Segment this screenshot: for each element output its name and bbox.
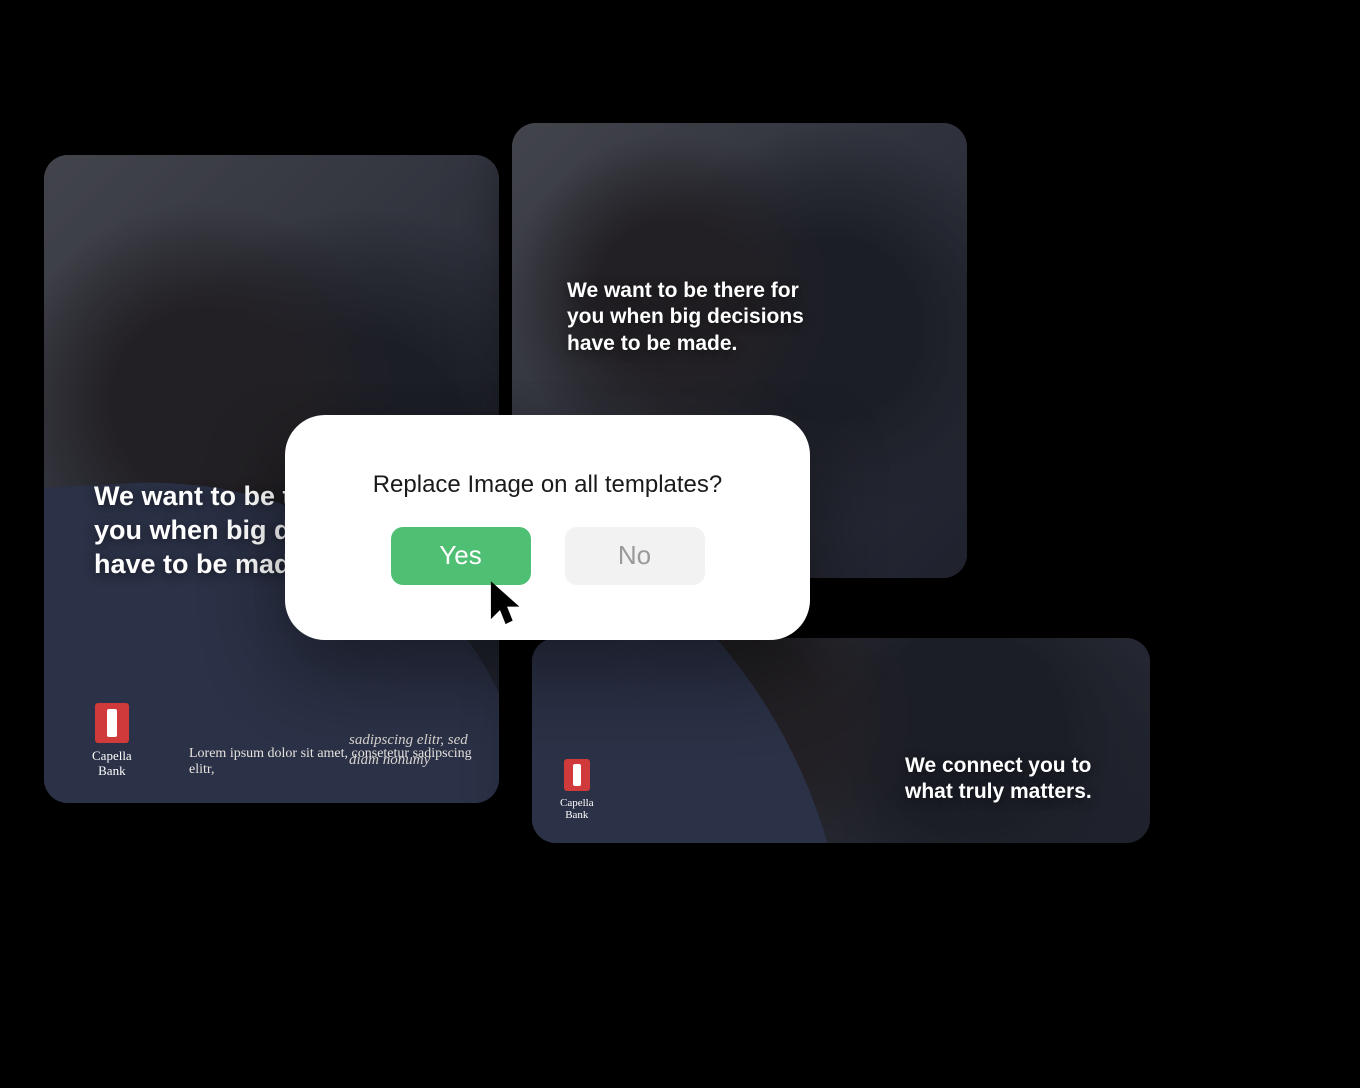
brand-name: CapellaBank bbox=[92, 749, 132, 778]
confirm-dialog: Replace Image on all templates? Yes No bbox=[285, 415, 810, 640]
brand-lockup: CapellaBank bbox=[92, 703, 132, 778]
brand-logo-icon bbox=[95, 703, 129, 743]
brand-logo-icon bbox=[564, 759, 590, 791]
template-headline: We want to be there for you when big dec… bbox=[567, 278, 837, 357]
template-card-banner[interactable]: We connect you to what truly matters. Ca… bbox=[532, 638, 1150, 843]
brand-lockup: CapellaBank bbox=[560, 759, 594, 821]
template-headline: We connect you to what truly matters. bbox=[905, 753, 1115, 806]
yes-button[interactable]: Yes bbox=[391, 527, 531, 585]
dialog-actions: Yes No bbox=[391, 527, 705, 585]
no-button[interactable]: No bbox=[565, 527, 705, 585]
template-footer-text: Lorem ipsum dolor sit amet, consetetur s… bbox=[189, 746, 499, 778]
brand-name: CapellaBank bbox=[560, 797, 594, 821]
canvas: We want to be there for you when big dec… bbox=[0, 0, 1360, 1088]
dialog-title: Replace Image on all templates? bbox=[373, 471, 723, 499]
